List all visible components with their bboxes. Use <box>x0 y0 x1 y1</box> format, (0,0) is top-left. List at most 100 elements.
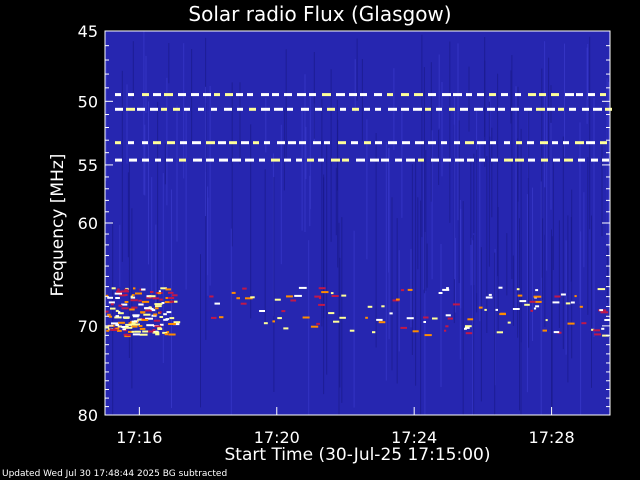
burst-pixel <box>339 316 346 319</box>
noise-streak <box>185 110 187 290</box>
burst-pixel <box>444 329 447 332</box>
burst-pixel <box>211 316 217 319</box>
noise-streak <box>209 85 211 286</box>
noise-streak <box>420 200 422 415</box>
burst-pixel <box>106 329 110 332</box>
burst-pixel <box>148 330 154 333</box>
burst-pixel <box>389 312 393 315</box>
burst-pixel <box>594 333 602 336</box>
x-axis-label: Start Time (30-Jul-25 17:15:00) <box>224 445 491 465</box>
burst-pixel <box>272 320 275 323</box>
burst-pixel <box>535 300 542 303</box>
burst-pixel <box>168 291 174 294</box>
burst-pixel <box>250 296 255 299</box>
interference-dash <box>236 93 243 97</box>
interference-dash <box>563 141 569 145</box>
interference-dash <box>164 93 173 97</box>
burst-pixel <box>240 302 247 305</box>
burst-pixel <box>124 294 128 296</box>
noise-streak <box>544 187 546 327</box>
burst-pixel <box>141 300 150 303</box>
burst-pixel <box>465 325 472 328</box>
burst-pixel <box>159 298 163 301</box>
burst-pixel <box>259 310 265 312</box>
burst-pixel <box>442 288 450 291</box>
noise-streak <box>401 111 403 218</box>
burst-pixel <box>135 292 142 295</box>
noise-streak <box>564 43 565 157</box>
noise-streak <box>580 231 582 415</box>
burst-pixel <box>110 303 114 306</box>
interference-dash <box>322 93 331 97</box>
noise-streak <box>551 229 552 415</box>
burst-pixel <box>579 305 583 308</box>
y-tick-label: 55 <box>78 156 98 175</box>
burst-pixel <box>581 322 587 325</box>
interference-dash <box>528 93 536 97</box>
interference-dash <box>375 141 382 145</box>
interference-dash <box>249 107 256 111</box>
noise-streak <box>164 143 166 185</box>
interference-dash <box>313 141 321 145</box>
burst-pixel <box>115 324 120 327</box>
burst-pixel <box>124 326 133 329</box>
interference-dash <box>142 93 149 97</box>
burst-pixel <box>144 307 150 310</box>
burst-pixel <box>567 322 575 325</box>
interference-dash <box>229 141 237 145</box>
interference-dash <box>191 93 199 97</box>
burst-pixel <box>159 316 163 318</box>
burst-pixel <box>318 303 325 306</box>
burst-pixel <box>599 309 603 312</box>
interference-dash <box>272 93 279 97</box>
noise-streak <box>207 186 209 276</box>
interference-dash <box>454 141 460 145</box>
interference-dash <box>349 93 357 97</box>
burst-pixel <box>328 312 335 315</box>
interference-dash <box>327 107 335 111</box>
interference-dash <box>128 141 134 145</box>
interference-dash <box>284 158 291 162</box>
burst-pixel <box>432 317 438 320</box>
interference-dash <box>137 107 145 111</box>
noise-streak <box>283 110 285 191</box>
noise-streak <box>506 233 508 296</box>
burst-pixel <box>367 305 373 308</box>
burst-pixel <box>150 307 154 310</box>
burst-pixel <box>535 289 539 292</box>
burst-pixel <box>114 292 122 295</box>
burst-pixel <box>597 288 606 291</box>
interference-dash <box>455 158 464 162</box>
interference-dash <box>318 158 324 162</box>
burst-pixel <box>467 318 474 321</box>
interference-dash <box>504 158 513 162</box>
burst-pixel <box>498 286 503 289</box>
interference-dash <box>115 93 121 97</box>
burst-pixel <box>123 316 130 319</box>
noise-streak <box>112 221 114 415</box>
noise-streak <box>473 234 475 415</box>
interference-dash <box>449 107 455 111</box>
noise-streak <box>511 55 513 279</box>
noise-streak <box>512 255 514 326</box>
interference-dash <box>370 158 379 162</box>
noise-streak <box>205 86 206 217</box>
interference-dash <box>129 158 137 162</box>
burst-pixel <box>294 294 302 297</box>
burst-pixel <box>478 306 483 309</box>
burst-pixel <box>593 329 600 332</box>
interference-dash <box>336 93 345 97</box>
burst-pixel <box>140 311 144 314</box>
interference-dash <box>180 141 187 145</box>
burst-pixel <box>512 308 520 310</box>
interference-dash <box>414 93 423 97</box>
noise-streak <box>305 126 307 180</box>
interference-dash <box>569 107 576 111</box>
interference-dash <box>428 93 436 97</box>
noise-streak <box>126 84 128 164</box>
burst-pixel <box>574 295 577 298</box>
interference-dash <box>115 158 122 162</box>
interference-dash <box>360 93 367 97</box>
noise-streak <box>265 97 267 153</box>
burst-pixel <box>321 291 329 294</box>
